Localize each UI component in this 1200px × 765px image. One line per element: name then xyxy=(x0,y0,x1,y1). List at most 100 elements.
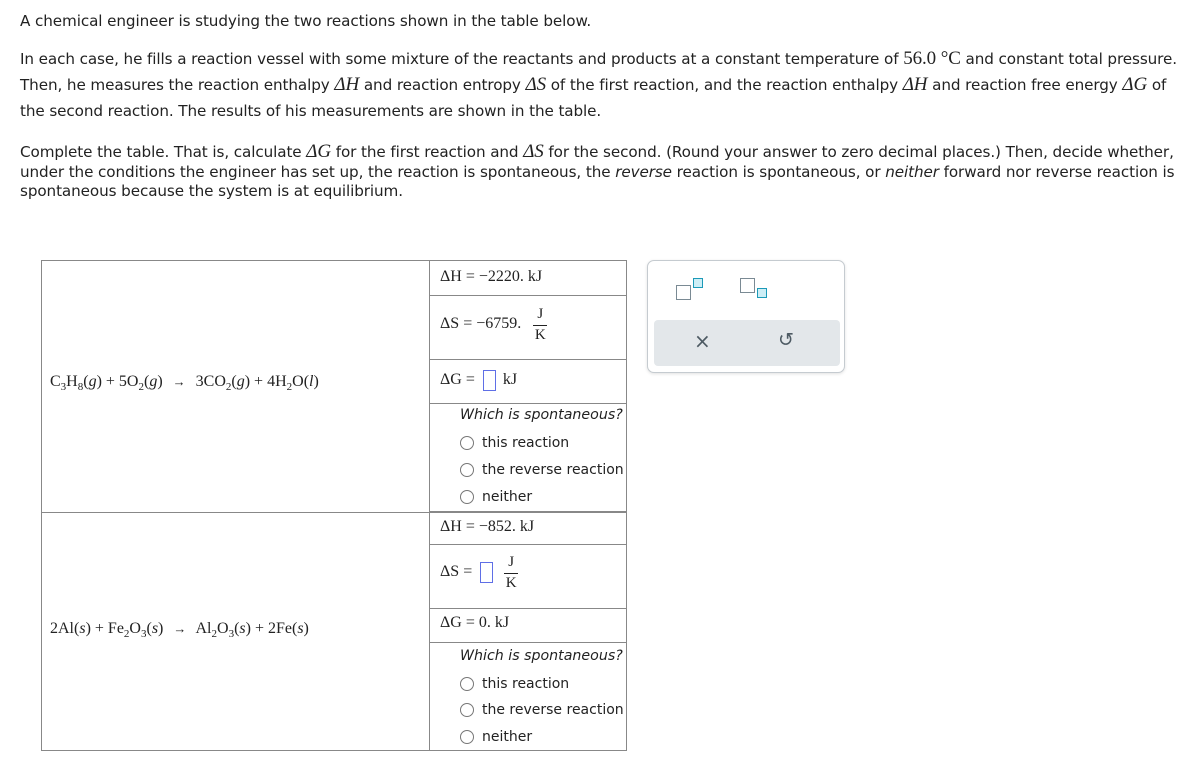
radio-button[interactable] xyxy=(460,730,474,744)
text: g xyxy=(236,373,245,390)
delta-s-input[interactable] xyxy=(480,562,494,583)
unit-denominator: K xyxy=(505,575,517,591)
text: g xyxy=(149,373,158,390)
unit-fraction: JK xyxy=(533,305,548,344)
spontaneity-cell: Which is spontaneous? this reaction the … xyxy=(430,404,626,512)
option-reverse-reaction[interactable]: the reverse reaction xyxy=(460,702,624,718)
text: = xyxy=(465,371,475,389)
text: 3 xyxy=(228,628,235,640)
delta-s-cell: ΔS = −6759. JK xyxy=(430,296,626,360)
text: 2 xyxy=(138,381,144,393)
delta-s-line: ΔS = −6759. JK xyxy=(440,305,548,344)
subscript-icon-accent xyxy=(757,288,767,298)
text: + xyxy=(254,373,264,390)
option-label: neither xyxy=(482,729,533,745)
text: s xyxy=(151,620,159,637)
text: g xyxy=(88,373,97,390)
reaction-row-1: C3H8(g) + 5O2(g) → 3CO2(g) + 4H2O(l) ΔH … xyxy=(42,261,626,512)
text: O xyxy=(129,620,141,637)
text: and reaction entropy xyxy=(359,76,526,94)
superscript-icon xyxy=(676,285,691,300)
option-this-reaction[interactable]: this reaction xyxy=(460,676,569,692)
delta-h-value: −852. kJ xyxy=(478,518,535,535)
radio-button[interactable] xyxy=(460,463,474,477)
delta-g-label: ΔG xyxy=(440,371,462,389)
radio-button[interactable] xyxy=(460,436,474,450)
text: reverse xyxy=(615,162,672,181)
undo-icon[interactable]: ↺ xyxy=(778,329,794,351)
text: 2Fe xyxy=(267,620,292,637)
spontaneity-question: Which is spontaneous? xyxy=(460,648,623,664)
text: + xyxy=(254,620,264,637)
radio-button[interactable] xyxy=(460,490,474,504)
text: = xyxy=(465,614,475,631)
delta-s-label: ΔS xyxy=(440,563,460,581)
text: l xyxy=(309,373,314,390)
text: 8 xyxy=(77,381,84,393)
superscript-button[interactable] xyxy=(672,275,706,305)
subscript-button[interactable] xyxy=(736,275,770,305)
text: + xyxy=(105,373,115,390)
delta-h-value: −2220. kJ xyxy=(478,268,543,285)
delta-h-cell: ΔH = −852. kJ xyxy=(430,512,626,545)
text: H xyxy=(66,373,78,390)
option-neither[interactable]: neither xyxy=(460,489,532,505)
text: 2 xyxy=(225,381,232,393)
delta-h-symbol: ΔH xyxy=(334,74,360,95)
delta-s-label: ΔS xyxy=(440,315,460,333)
delta-g-input[interactable] xyxy=(482,370,496,391)
option-neither[interactable]: neither xyxy=(460,729,532,745)
reaction-equation-cell: 2Al(s) + Fe2O3(s) → Al2O3(s) + 2Fe(s) xyxy=(42,512,430,751)
delta-h-line: ΔH = −2220. kJ xyxy=(440,268,542,286)
delta-s-symbol: ΔS xyxy=(525,74,547,95)
delta-g-cell: ΔG = kJ xyxy=(430,360,626,404)
radio-button[interactable] xyxy=(460,677,474,691)
reactions-table: C3H8(g) + 5O2(g) → 3CO2(g) + 4H2O(l) ΔH … xyxy=(41,260,627,751)
text: reaction is spontaneous, or xyxy=(671,162,886,181)
intro-line: A chemical engineer is studying the two … xyxy=(20,12,592,30)
temperature-value: 56.0 °C xyxy=(903,48,961,69)
delta-s-value: −6759. xyxy=(476,315,522,333)
context-paragraph: In each case, he fills a reaction vessel… xyxy=(20,46,1185,124)
text: and reaction free energy xyxy=(927,76,1123,94)
text: Fe xyxy=(107,620,124,637)
delta-h-cell: ΔH = −2220. kJ xyxy=(430,261,626,296)
text: Al xyxy=(195,620,212,637)
option-label: neither xyxy=(482,489,533,505)
option-label: the reverse reaction xyxy=(482,702,624,718)
reaction-arrow: → xyxy=(172,374,186,389)
delta-h-symbol: ΔH xyxy=(902,74,928,95)
delta-s-symbol: ΔS xyxy=(523,141,544,162)
text: s xyxy=(297,620,304,637)
delta-g-label: ΔG xyxy=(440,614,462,631)
text: 3CO xyxy=(195,373,226,390)
text: C xyxy=(50,373,61,390)
radio-button[interactable] xyxy=(460,703,474,717)
text: 5O xyxy=(118,373,139,390)
delta-s-cell: ΔS = JK xyxy=(430,545,626,609)
delta-h-label: ΔH xyxy=(440,518,462,535)
unit-denominator: K xyxy=(534,327,546,343)
delta-g-symbol: ΔG xyxy=(1122,74,1148,95)
delta-g-unit: kJ xyxy=(502,371,518,389)
text: O xyxy=(217,620,229,637)
option-this-reaction[interactable]: this reaction xyxy=(460,435,569,451)
reaction-row-2: 2Al(s) + Fe2O3(s) → Al2O3(s) + 2Fe(s) ΔH… xyxy=(42,512,626,751)
clear-icon[interactable]: × xyxy=(694,329,711,353)
text: 3 xyxy=(140,628,147,640)
spontaneity-question: Which is spontaneous? xyxy=(460,407,623,423)
instructions-paragraph: Complete the table. That is, calculate Δ… xyxy=(20,142,1185,202)
text: O xyxy=(292,373,304,390)
delta-h-label: ΔH xyxy=(440,268,462,285)
text: = xyxy=(463,563,473,581)
text: Complete the table. That is, calculate xyxy=(20,143,307,161)
delta-h-line: ΔH = −852. kJ xyxy=(440,518,534,536)
text: s xyxy=(239,620,246,637)
spontaneity-cell: Which is spontaneous? this reaction the … xyxy=(430,643,626,751)
option-label: this reaction xyxy=(482,676,570,692)
option-label: this reaction xyxy=(482,435,570,451)
text: = xyxy=(465,268,475,285)
option-reverse-reaction[interactable]: the reverse reaction xyxy=(460,462,624,478)
delta-g-cell: ΔG = 0. kJ xyxy=(430,609,626,643)
answer-tools-panel: × ↺ xyxy=(647,260,845,373)
